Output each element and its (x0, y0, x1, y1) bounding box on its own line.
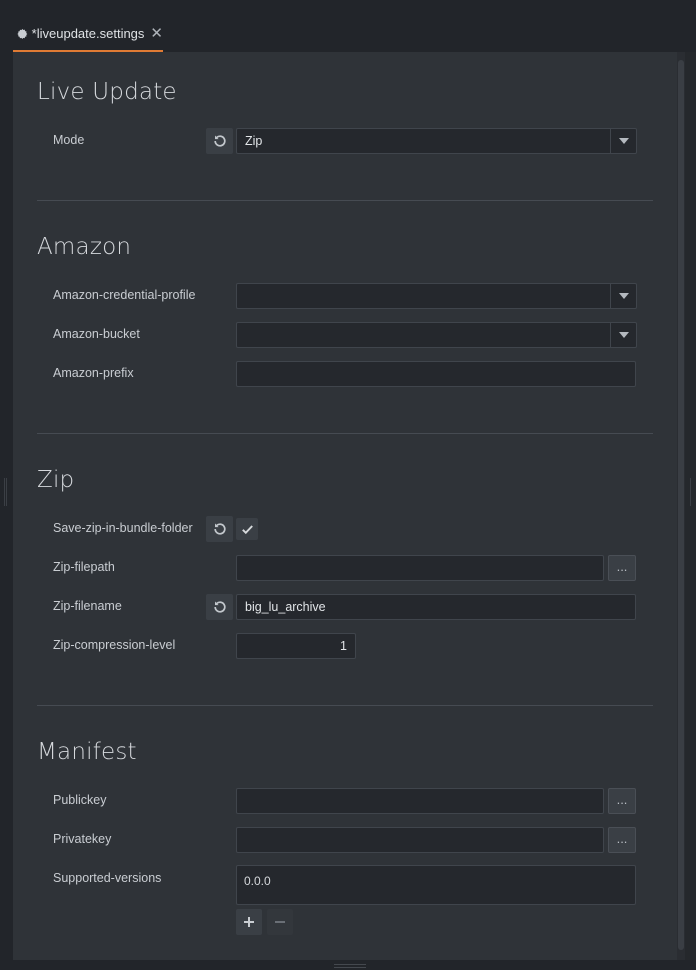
save-zip-in-bundle-folder-reset-button[interactable] (206, 516, 233, 542)
list-item[interactable]: 0.0.0 (244, 874, 628, 888)
mode-value: Zip (245, 134, 263, 148)
reset-icon (213, 135, 226, 147)
mode-reset-button[interactable] (206, 128, 233, 154)
divider (37, 433, 653, 434)
right-resize-handle[interactable] (690, 478, 693, 506)
amazon-prefix-label: Amazon-prefix (53, 366, 134, 380)
bottom-resize-handle[interactable] (334, 964, 366, 968)
mode-label: Mode (53, 133, 85, 147)
right-gutter (685, 52, 696, 960)
settings-panel (13, 52, 677, 960)
zip-filename-input[interactable]: big_lu_archive (236, 594, 636, 620)
remove-version-button[interactable] (267, 909, 293, 935)
divider (37, 705, 653, 706)
save-zip-in-bundle-folder-label: Save-zip-in-bundle-folder (53, 521, 193, 535)
zip-filepath-label: Zip-filepath (53, 560, 115, 574)
plus-icon (244, 917, 254, 927)
amazon-bucket-select[interactable] (236, 322, 637, 348)
zip-compression-level-label: Zip-compression-level (53, 638, 176, 652)
section-title-zip: Zip (37, 467, 75, 493)
amazon-bucket-dropdown-button[interactable] (610, 323, 636, 347)
close-icon[interactable]: ✕ (150, 26, 163, 41)
zip-filename-reset-button[interactable] (206, 594, 233, 620)
tab-title: *liveupdate.settings (31, 26, 145, 41)
chevron-down-icon (618, 332, 629, 338)
zip-filepath-browse-button[interactable]: ... (608, 555, 636, 581)
publickey-browse-button[interactable]: ... (608, 788, 636, 814)
scrollbar[interactable] (677, 52, 685, 960)
privatekey-browse-button[interactable]: ... (608, 827, 636, 853)
chevron-down-icon (618, 138, 629, 144)
publickey-label: Publickey (53, 793, 107, 807)
tab-liveupdate-settings[interactable]: *liveupdate.settings ✕ (13, 17, 163, 52)
left-resize-handle[interactable] (4, 478, 7, 506)
zip-filepath-input[interactable] (236, 555, 604, 581)
scroll-thumb[interactable] (678, 60, 684, 950)
supported-versions-label: Supported-versions (53, 871, 162, 885)
section-title-manifest: Manifest (37, 739, 137, 765)
section-title-liveupdate: Live Update (37, 79, 177, 105)
add-version-button[interactable] (236, 909, 262, 935)
amazon-credential-profile-dropdown-button[interactable] (610, 284, 636, 308)
amazon-credential-profile-select[interactable] (236, 283, 637, 309)
amazon-bucket-label: Amazon-bucket (53, 327, 140, 341)
supported-versions-list[interactable]: 0.0.0 (236, 865, 636, 905)
divider (37, 200, 653, 201)
mode-select[interactable]: Zip (236, 128, 637, 154)
save-zip-in-bundle-folder-checkbox[interactable] (236, 518, 258, 540)
amazon-prefix-input[interactable] (236, 361, 636, 387)
tab-bar: *liveupdate.settings ✕ (0, 0, 696, 52)
privatekey-label: Privatekey (53, 832, 112, 846)
mode-dropdown-button[interactable] (610, 129, 636, 153)
privatekey-input[interactable] (236, 827, 604, 853)
minus-icon (275, 921, 285, 923)
gear-icon (17, 28, 28, 39)
section-title-amazon: Amazon (37, 234, 132, 260)
chevron-down-icon (618, 293, 629, 299)
reset-icon (213, 601, 226, 613)
amazon-credential-profile-label: Amazon-credential-profile (53, 288, 196, 302)
zip-filename-label: Zip-filename (53, 599, 122, 613)
publickey-input[interactable] (236, 788, 604, 814)
reset-icon (213, 523, 226, 535)
check-icon (241, 524, 253, 534)
zip-compression-level-input[interactable]: 1 (236, 633, 356, 659)
